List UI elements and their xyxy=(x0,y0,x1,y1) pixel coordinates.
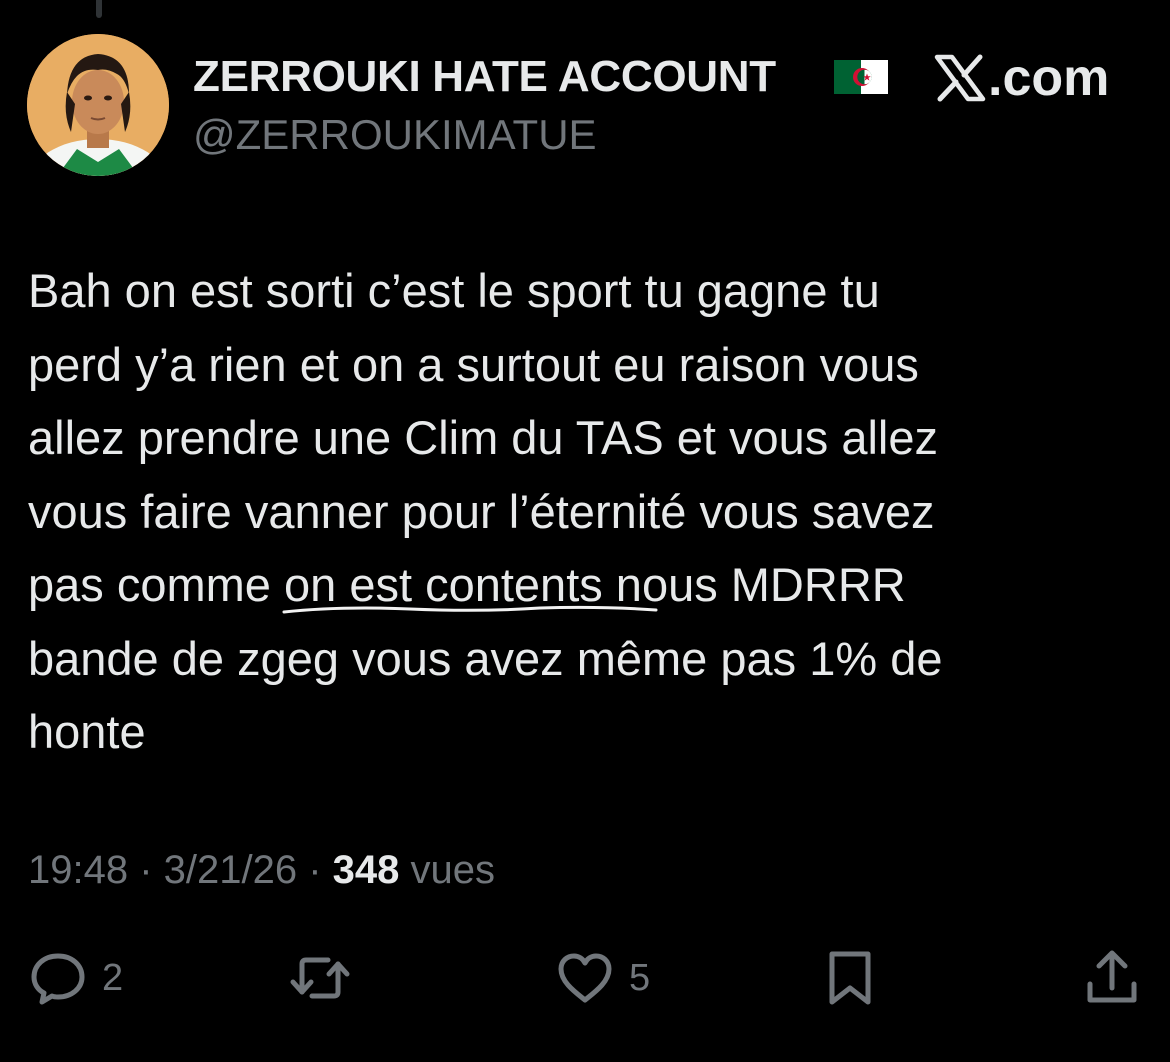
views-label: vues xyxy=(399,848,496,892)
x-domain-text: .com xyxy=(988,49,1110,107)
tweet-line: Bah on est sorti c’est le sport tu gagne… xyxy=(28,264,880,317)
bookmark-button[interactable] xyxy=(820,948,880,1008)
x-logo-icon xyxy=(934,54,986,102)
thread-connector-line xyxy=(96,0,102,18)
meta-separator: · xyxy=(128,848,164,892)
tweet-time[interactable]: 19:48 xyxy=(28,848,128,892)
display-name[interactable]: ZERROUKI HATE ACCOUNT xyxy=(193,52,776,102)
reply-button[interactable]: 2 xyxy=(28,948,123,1008)
tweet-line: allez prendre une Clim du TAS et vous al… xyxy=(28,411,939,464)
avatar[interactable] xyxy=(27,34,169,176)
tweet-meta: 19:48 · 3/21/26 · 348 vues xyxy=(28,848,495,893)
tweet-text-segment: pas comme xyxy=(28,558,284,611)
meta-separator: · xyxy=(297,848,333,892)
repost-icon xyxy=(290,957,350,999)
tweet-text: Bah on est sorti c’est le sport tu gagne… xyxy=(28,254,1138,769)
hand-drawn-underline xyxy=(282,605,658,614)
views-count: 348 xyxy=(332,848,400,892)
like-button[interactable]: 5 xyxy=(555,948,650,1008)
share-icon xyxy=(1087,950,1137,1003)
reply-count: 2 xyxy=(102,956,124,999)
share-button[interactable] xyxy=(1082,948,1142,1008)
heart-icon xyxy=(558,953,612,1003)
tweet-date[interactable]: 3/21/26 xyxy=(164,848,297,892)
tweet-screenshot: ZERROUKI HATE ACCOUNT @ZERROUKIMATUE .co… xyxy=(0,0,1170,1062)
underlined-phrase: on est contents xyxy=(282,548,658,622)
tweet-line: honte xyxy=(28,705,146,758)
like-count: 5 xyxy=(629,956,651,999)
user-handle[interactable]: @ZERROUKIMATUE xyxy=(193,111,597,159)
tweet-line: vous faire vanner pour l’éternité vous s… xyxy=(28,484,935,538)
tweet-line: perd y’a rien et on a surtout eu raison … xyxy=(28,337,919,391)
bookmark-icon xyxy=(829,951,871,1005)
x-brand-watermark: .com xyxy=(934,48,1109,108)
reply-icon xyxy=(31,953,85,1005)
algeria-flag-icon xyxy=(834,60,888,94)
repost-button[interactable] xyxy=(290,948,350,1008)
tweet-line: bande de zgeg vous avez même pas 1% de xyxy=(28,631,943,685)
tweet-line: pas comme on est contents nous MDRRR xyxy=(28,548,1138,622)
